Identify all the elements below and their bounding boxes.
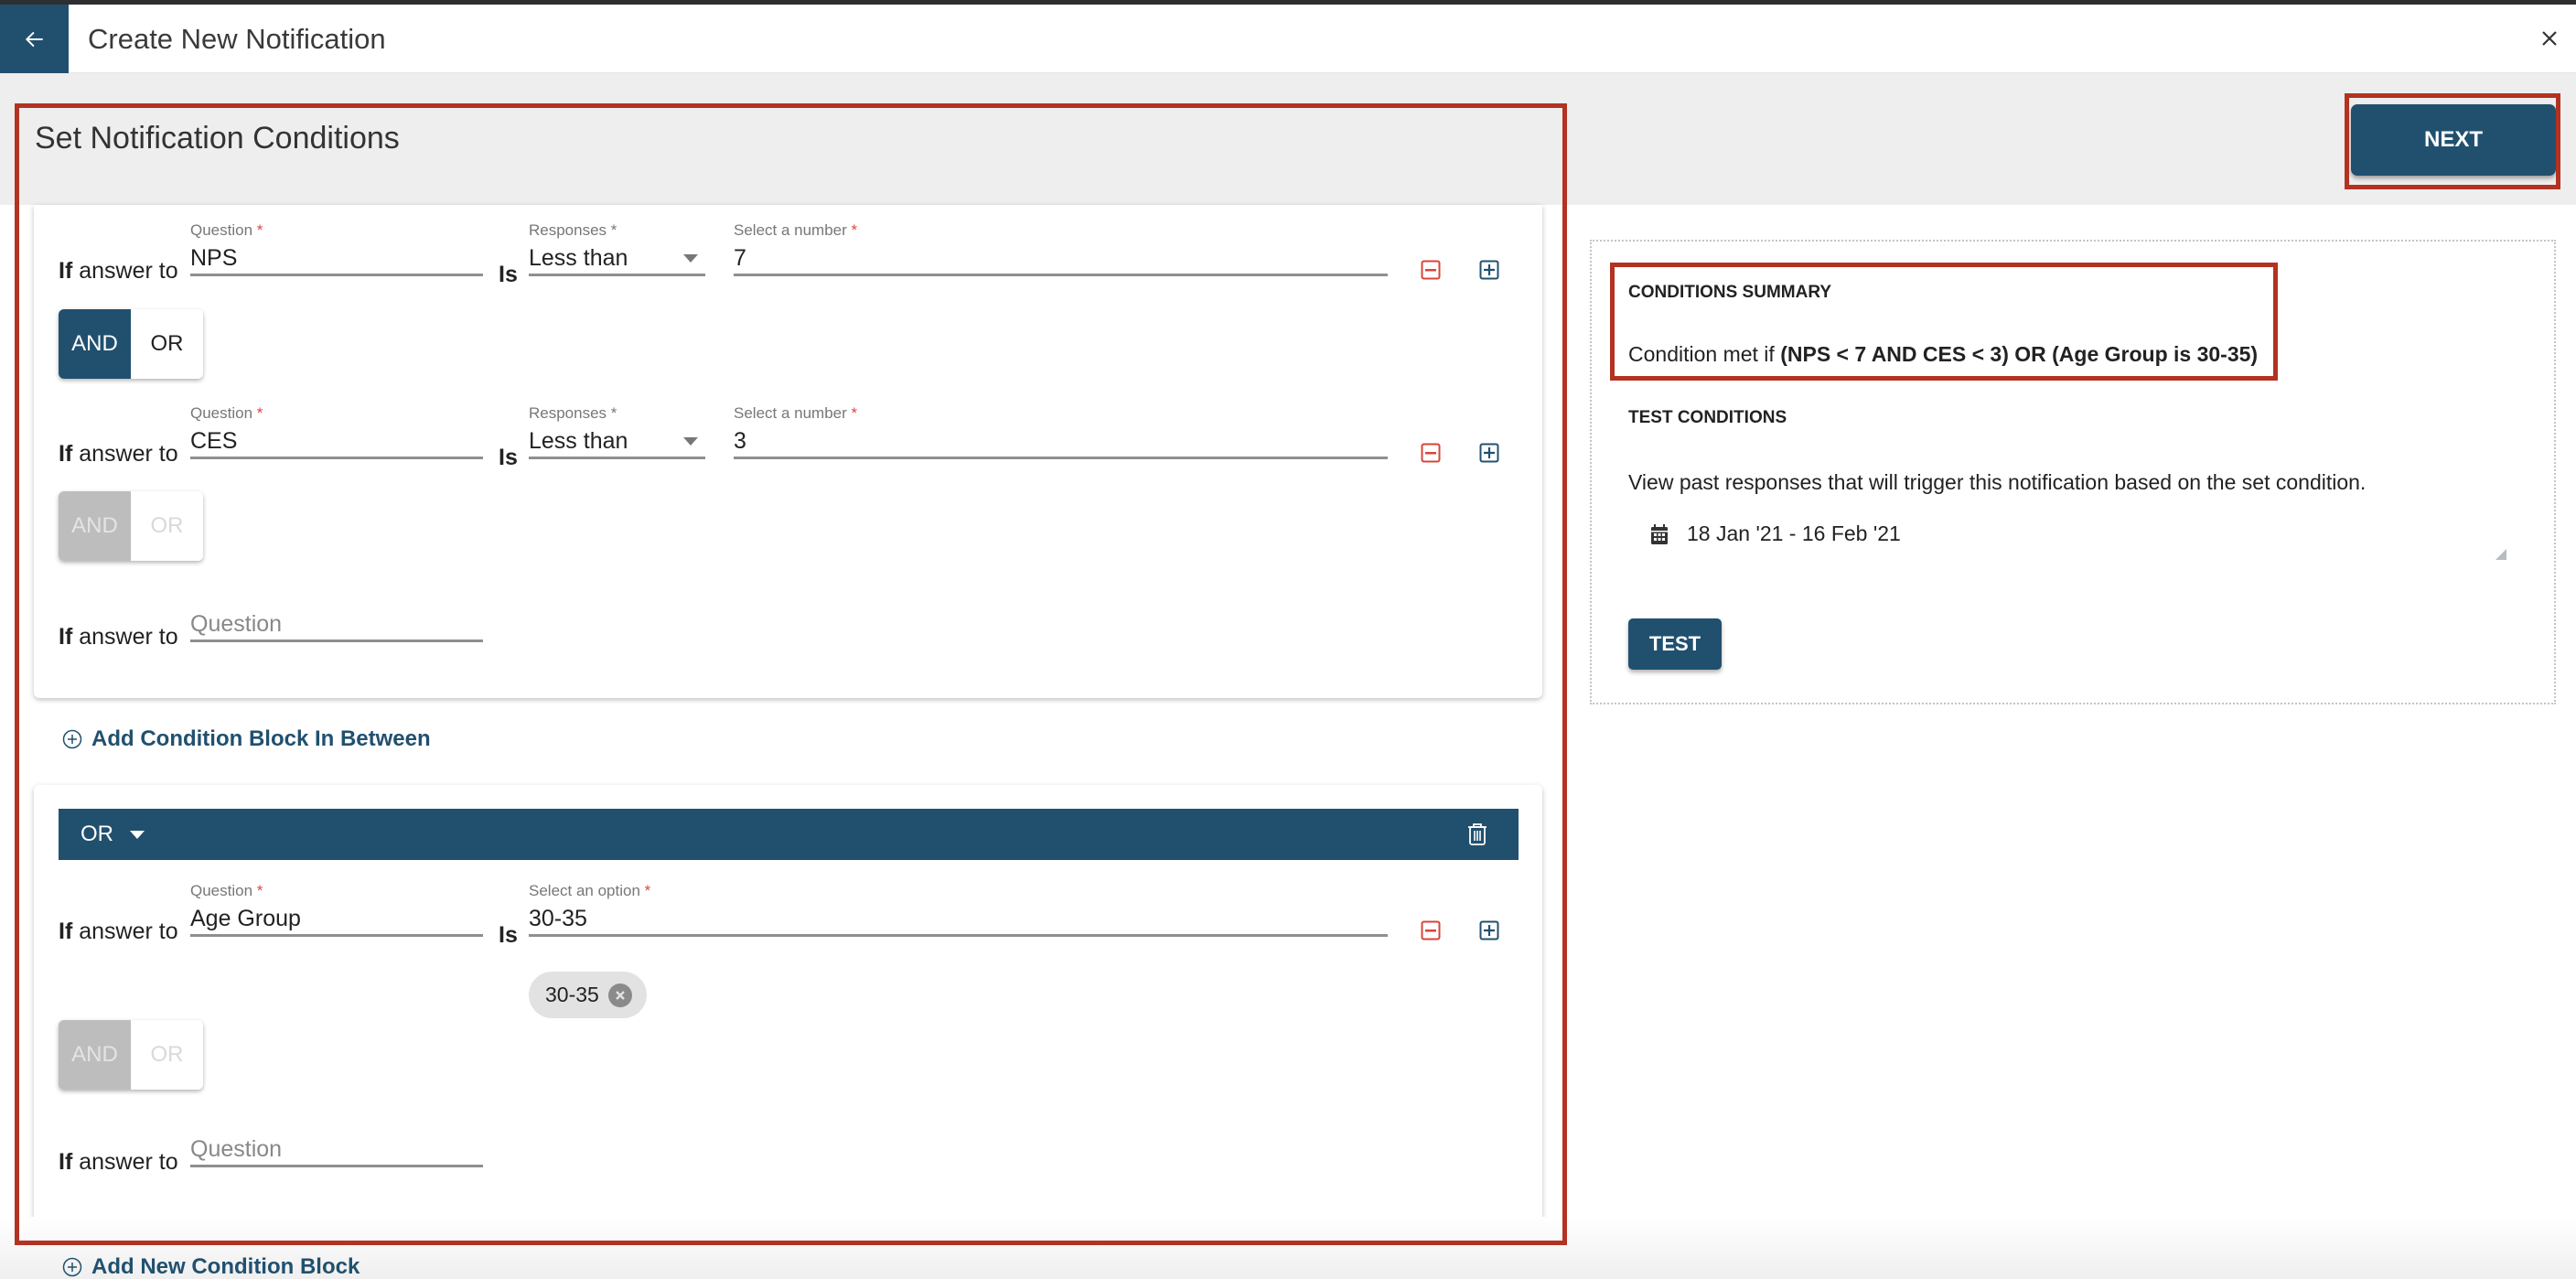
- responses-select-label: Responses *: [529, 221, 617, 239]
- if-answer-label: If answer to: [59, 1149, 178, 1175]
- condition-block-2: OR If answer to Question * Age Group Is …: [34, 785, 1542, 1223]
- and-option: AND: [59, 1020, 131, 1090]
- or-option[interactable]: OR: [131, 309, 203, 379]
- block-operator-select[interactable]: OR: [80, 822, 145, 847]
- and-or-toggle: AND OR: [59, 309, 203, 379]
- number-field-label: Select a number *: [734, 404, 858, 422]
- question-field-value: Age Group: [190, 906, 301, 931]
- plus-square-icon: [1479, 443, 1499, 463]
- chevron-down-icon: [683, 437, 698, 446]
- conditions-summary-heading: CONDITIONS SUMMARY: [1628, 283, 1832, 302]
- is-label: Is: [499, 445, 518, 470]
- resize-handle-icon: [2496, 549, 2506, 560]
- plus-square-icon: [1479, 920, 1499, 940]
- caret-down-icon: [130, 830, 145, 839]
- responses-select-label: Responses *: [529, 404, 617, 422]
- chevron-down-icon: [683, 254, 698, 263]
- question-field-label: Question *: [190, 404, 263, 422]
- number-field-label: Select a number *: [734, 221, 858, 239]
- add-condition-button[interactable]: [1479, 920, 1499, 940]
- condition-row: If answer to Question * CES Is Responses…: [34, 404, 1542, 478]
- summary-panel: CONDITIONS SUMMARY Condition met if (NPS…: [1590, 240, 2556, 704]
- plus-square-icon: [1479, 260, 1499, 280]
- add-condition-button[interactable]: [1479, 260, 1499, 280]
- date-range-picker[interactable]: 18 Jan '21 - 16 Feb '21: [1628, 516, 2506, 571]
- responses-select[interactable]: Responses * Less than: [529, 404, 705, 459]
- test-conditions-heading: TEST CONDITIONS: [1628, 408, 1787, 427]
- number-field-value: 3: [734, 428, 746, 454]
- remove-condition-button[interactable]: [1421, 920, 1441, 940]
- condition-row-empty: If answer to Question: [34, 587, 1542, 661]
- number-field-value: 7: [734, 245, 746, 271]
- question-field[interactable]: Question * CES: [190, 404, 483, 459]
- arrow-left-icon: [25, 31, 43, 47]
- question-placeholder: Question: [190, 611, 283, 637]
- question-field-value: CES: [190, 428, 238, 454]
- condition-row: If answer to Question * Age Group Is Sel…: [34, 882, 1542, 955]
- option-select-value: 30-35: [529, 906, 587, 931]
- close-icon: [615, 990, 625, 1000]
- question-field-value: NPS: [190, 245, 238, 271]
- next-button[interactable]: NEXT: [2351, 104, 2556, 176]
- conditions-expression: (NPS < 7 AND CES < 3) OR (Age Group is 3…: [1780, 342, 2259, 366]
- if-answer-label: If answer to: [59, 624, 178, 650]
- is-label: Is: [499, 922, 518, 948]
- condition-block-1: If answer to Question * NPS Is Responses…: [34, 205, 1542, 698]
- remove-chip-button[interactable]: [607, 983, 632, 1007]
- number-field[interactable]: Select a number * 7: [734, 221, 1388, 276]
- calendar-icon: [1651, 524, 1668, 544]
- question-field[interactable]: Question * NPS: [190, 221, 483, 276]
- plus-circle-icon: [62, 729, 82, 749]
- and-option[interactable]: AND: [59, 309, 131, 379]
- if-answer-label: If answer to: [59, 441, 178, 467]
- and-option: AND: [59, 491, 131, 561]
- or-option: OR: [131, 1020, 203, 1090]
- if-answer-label: If answer to: [59, 919, 178, 944]
- minus-square-icon: [1421, 260, 1441, 280]
- option-select[interactable]: Select an option * 30-35: [529, 882, 1388, 937]
- close-button[interactable]: [2534, 23, 2565, 54]
- question-placeholder: Question: [190, 1136, 283, 1162]
- question-field-empty[interactable]: Question: [190, 1112, 483, 1167]
- window-title: Create New Notification: [88, 23, 386, 55]
- minus-square-icon: [1421, 920, 1441, 940]
- back-button[interactable]: [0, 5, 69, 73]
- add-new-condition-block-link[interactable]: Add New Condition Block: [62, 1254, 360, 1279]
- question-field-label: Question *: [190, 882, 263, 899]
- or-option: OR: [131, 491, 203, 561]
- option-select-label: Select an option *: [529, 882, 651, 899]
- if-answer-label: If answer to: [59, 258, 178, 284]
- add-condition-button[interactable]: [1479, 443, 1499, 463]
- conditions-summary-text: Condition met if (NPS < 7 AND CES < 3) O…: [1628, 342, 2259, 366]
- question-field[interactable]: Question * Age Group: [190, 882, 483, 937]
- plus-circle-icon: [62, 1257, 82, 1277]
- test-conditions-description: View past responses that will trigger th…: [1628, 470, 2367, 494]
- minus-square-icon: [1421, 443, 1441, 463]
- selected-option-chip: 30-35: [529, 972, 647, 1018]
- question-field-empty[interactable]: Question: [190, 587, 483, 642]
- bottom-fade: [0, 1217, 2576, 1279]
- title-bar: Create New Notification: [0, 5, 2576, 73]
- condition-row: If answer to Question * NPS Is Responses…: [34, 221, 1542, 295]
- is-label: Is: [499, 262, 518, 287]
- responses-select[interactable]: Responses * Less than: [529, 221, 705, 276]
- trash-icon: [1468, 823, 1487, 845]
- remove-condition-button[interactable]: [1421, 260, 1441, 280]
- number-field[interactable]: Select a number * 3: [734, 404, 1388, 459]
- question-field-label: Question *: [190, 221, 263, 239]
- responses-select-value: Less than: [529, 428, 628, 454]
- test-button[interactable]: TEST: [1628, 618, 1722, 670]
- and-or-toggle-disabled: AND OR: [59, 1020, 203, 1090]
- responses-select-value: Less than: [529, 245, 628, 271]
- date-range-value: 18 Jan '21 - 16 Feb '21: [1687, 521, 1901, 545]
- page-title: Set Notification Conditions: [35, 121, 400, 156]
- delete-block-button[interactable]: [1465, 822, 1489, 847]
- condition-row-empty: If answer to Question: [34, 1112, 1542, 1186]
- add-condition-block-between-link[interactable]: Add Condition Block In Between: [62, 726, 431, 752]
- block-operator-bar: OR: [59, 809, 1519, 860]
- and-or-toggle-disabled: AND OR: [59, 491, 203, 561]
- remove-condition-button[interactable]: [1421, 443, 1441, 463]
- close-icon: [2542, 31, 2557, 46]
